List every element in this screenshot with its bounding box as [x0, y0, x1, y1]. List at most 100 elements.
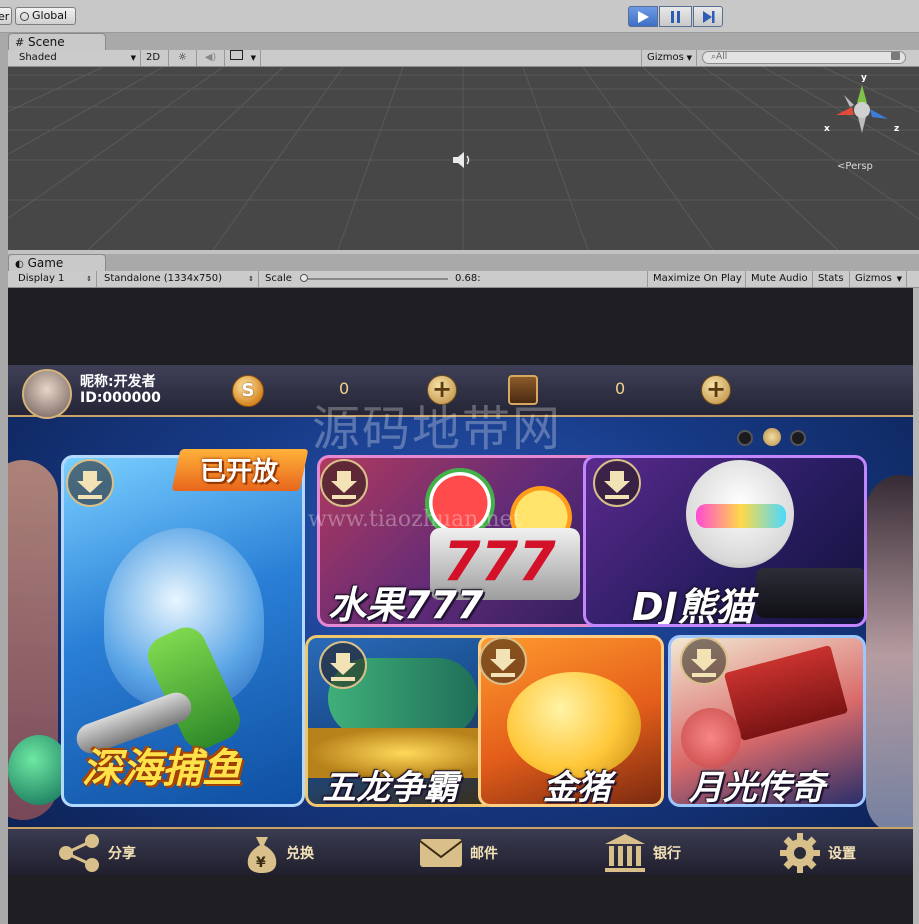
nav-settings[interactable]: 设置: [778, 829, 856, 875]
tab-scene-label: Scene: [28, 35, 65, 49]
tab-scene[interactable]: # Scene: [8, 33, 106, 50]
global-toggle[interactable]: Global: [15, 7, 76, 25]
bottom-nav-bar: 分享 ¥ 兑换 邮件 银行 设置: [8, 827, 913, 875]
page-dot-active[interactable]: [763, 428, 781, 446]
2d-toggle[interactable]: 2D: [141, 50, 169, 66]
play-icon: [638, 10, 649, 23]
scale-label: Scale: [265, 273, 292, 284]
download-icon: [331, 471, 357, 499]
download-icon: [604, 471, 630, 499]
resolution-dropdown[interactable]: Standalone (1334x750) ⇕: [99, 271, 259, 287]
tab-game[interactable]: ◐ Game: [8, 254, 106, 271]
search-placeholder: All: [716, 52, 728, 62]
shading-mode-dropdown[interactable]: Shaded ▼: [14, 50, 141, 66]
maximize-label: Maximize On Play: [653, 273, 742, 284]
download-button[interactable]: [320, 459, 368, 507]
nav-exchange[interactable]: ¥ 兑换: [242, 829, 314, 875]
scene-search-input[interactable]: ⌕All: [702, 51, 906, 64]
game-title: 五龙争霸: [322, 768, 458, 807]
game-title: DJ熊猫: [632, 585, 754, 627]
pause-icon: [670, 10, 680, 23]
scale-slider[interactable]: [300, 274, 448, 282]
stats-label: Stats: [818, 273, 844, 284]
image-icon: [230, 50, 243, 60]
download-button[interactable]: [479, 637, 527, 685]
mute-label: Mute Audio: [751, 273, 808, 284]
stats-toggle[interactable]: Stats: [813, 271, 850, 287]
nav-mail-label: 邮件: [470, 846, 498, 862]
nav-mail[interactable]: 邮件: [418, 829, 498, 875]
maximize-on-play-toggle[interactable]: Maximize On Play: [647, 271, 746, 287]
global-label: Global: [32, 9, 68, 22]
download-button[interactable]: [319, 641, 367, 689]
2d-label: 2D: [146, 52, 161, 63]
avatar[interactable]: [22, 369, 72, 419]
mahjong-box-image: [723, 644, 849, 742]
nav-share[interactable]: 分享: [58, 829, 136, 875]
mail-icon: [419, 839, 463, 867]
axis-y-label: y: [861, 73, 867, 83]
audio-source-icon: [453, 152, 470, 168]
game-title: 深海捕鱼: [82, 746, 242, 792]
axis-x-label: x: [824, 124, 830, 134]
editor-toolbar: er Global: [0, 0, 919, 33]
orientation-gizmo-icon[interactable]: [824, 73, 894, 143]
perspective-toggle[interactable]: <Persp: [837, 161, 873, 172]
scene-toolbar: Shaded ▼ 2D ☼ ◀) ▼ Gizmos ▼ ⌕All: [8, 50, 919, 67]
svg-text:¥: ¥: [256, 855, 266, 871]
download-button[interactable]: [66, 459, 114, 507]
pause-button[interactable]: [659, 6, 692, 27]
game-panel-edge: [913, 288, 919, 924]
game-card-fishing[interactable]: 深海捕鱼: [61, 455, 305, 807]
game-controller-icon: ◐: [15, 259, 24, 270]
sun-icon: ☼: [178, 52, 187, 63]
gold-coin-icon: S: [232, 375, 264, 407]
grid-icon: #: [15, 36, 25, 49]
step-button[interactable]: [693, 6, 723, 27]
game-gizmos-dropdown[interactable]: Gizmos ▼: [850, 271, 907, 287]
audio-toggle[interactable]: ◀): [197, 50, 225, 66]
step-icon: [702, 10, 714, 23]
game-toolbar: Display 1 ⇕ Standalone (1334x750) ⇕ Scale …: [8, 271, 919, 288]
scene-view[interactable]: y x z <Persp: [8, 67, 919, 250]
effects-dropdown[interactable]: ▼: [225, 50, 261, 66]
play-button[interactable]: [628, 6, 658, 27]
dropdown-arrow-icon: ▼: [250, 54, 256, 62]
scale-slider-thumb[interactable]: [300, 274, 308, 282]
game-tabbar: [0, 254, 919, 271]
page-dot[interactable]: [737, 430, 753, 446]
user-id-label: ID:000000: [80, 390, 161, 406]
game-title: 月光传奇: [689, 768, 825, 807]
mute-audio-toggle[interactable]: Mute Audio: [746, 271, 813, 287]
download-button[interactable]: [680, 637, 728, 685]
money-bag-icon: ¥: [247, 837, 277, 873]
watermark-url: www.tiaozhuan.net: [308, 507, 522, 532]
download-icon: [490, 649, 516, 677]
lighting-toggle[interactable]: ☼: [169, 50, 197, 66]
display-label: Display 1: [18, 273, 65, 284]
game-canvas[interactable]: 昵称:开发者 ID:000000 S 0 + 0 + 深海捕鱼 已开放 777 …: [8, 365, 913, 875]
pivot-dropdown[interactable]: er: [0, 7, 12, 25]
nav-bank-label: 银行: [653, 846, 681, 862]
dropdown-arrow-icon: ⇕: [86, 275, 92, 283]
page-dot[interactable]: [790, 430, 806, 446]
nav-settings-label: 设置: [828, 846, 856, 862]
nav-bank[interactable]: 银行: [603, 829, 681, 875]
dropdown-arrow-icon: ▼: [130, 54, 136, 62]
nav-share-label: 分享: [108, 846, 136, 862]
sunglasses-decoration: [696, 504, 786, 528]
open-badge-label: 已开放: [200, 457, 279, 487]
speaker-icon: ◀): [204, 52, 217, 63]
lock-icon[interactable]: [891, 52, 900, 60]
gizmos-label: Gizmos: [647, 52, 684, 63]
display-dropdown[interactable]: Display 1 ⇕: [13, 271, 97, 287]
bank-icon: [605, 834, 645, 872]
dropdown-arrow-icon: ⇕: [248, 275, 254, 283]
nav-exchange-label: 兑换: [286, 846, 314, 862]
share-icon: [59, 834, 99, 872]
turntable-image: [756, 568, 864, 618]
download-button[interactable]: [593, 459, 641, 507]
add-card-button[interactable]: +: [701, 375, 731, 405]
scene-gizmos-dropdown[interactable]: Gizmos ▼: [641, 50, 697, 66]
watermark-text: 源码地带网: [312, 401, 563, 457]
